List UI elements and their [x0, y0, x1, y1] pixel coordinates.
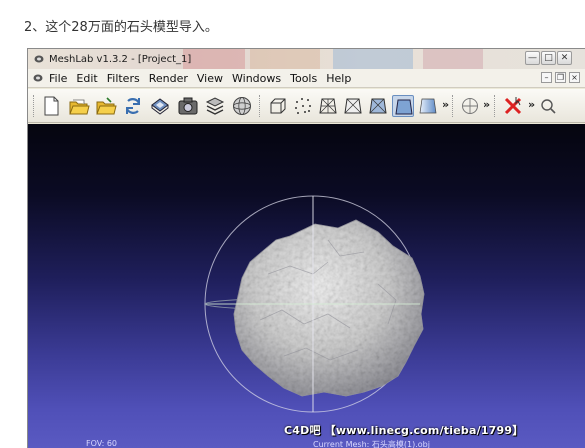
reload-icon [126, 98, 140, 114]
new-project-button[interactable] [40, 95, 62, 117]
toolbar-overflow-button[interactable]: » [483, 98, 490, 111]
background-blur [423, 49, 483, 69]
open-folder-icon [96, 97, 117, 115]
globe-icon [462, 98, 478, 114]
document-minimize-button[interactable]: – [541, 72, 552, 83]
watermark-text: C4D吧 【www.linecg.com/tieba/1799】 [284, 424, 524, 437]
menu-file[interactable]: File [49, 72, 67, 85]
cross-delete-icon [504, 97, 522, 115]
trackball-button[interactable] [231, 95, 253, 117]
snapshot-button[interactable] [177, 95, 199, 117]
open-project-folder-icon [69, 99, 90, 115]
bounding-box-icon [270, 98, 286, 114]
menu-view[interactable]: View [197, 72, 223, 85]
sphere-icon [233, 97, 251, 115]
render-bbox-button[interactable] [267, 95, 289, 117]
toolbar-grip[interactable] [259, 95, 262, 117]
toolbar-grip[interactable] [33, 95, 36, 117]
background-blur [250, 49, 320, 69]
title-bar[interactable]: MeshLab v1.3.2 - [Project_1] — □ ✕ [28, 49, 585, 69]
layers-button[interactable] [204, 95, 226, 117]
current-mesh-label: Current Mesh: 石头高模(1).obj [313, 440, 430, 448]
flat-shading-icon [369, 98, 387, 114]
viewport-status: FOV: 60 Current Mesh: 石头高模(1).obj [28, 439, 585, 448]
page-caption: 2、这个28万面的石头模型导入。 [24, 20, 218, 35]
menu-help[interactable]: Help [326, 72, 351, 85]
background-blur [183, 49, 245, 69]
save-disk-icon [151, 98, 169, 115]
document-icon[interactable] [33, 73, 43, 83]
close-button[interactable]: ✕ [557, 51, 572, 65]
camera-icon [178, 97, 198, 115]
window-controls: — □ ✕ [525, 51, 572, 65]
layers-icon [205, 97, 225, 115]
menu-tools[interactable]: Tools [290, 72, 317, 85]
menu-windows[interactable]: Windows [232, 72, 281, 85]
reload-button[interactable] [122, 95, 144, 117]
new-file-icon [44, 96, 59, 116]
3d-viewport[interactable]: C4D吧 【www.linecg.com/tieba/1799】 FOV: 60… [28, 124, 585, 448]
menu-filters[interactable]: Filters [107, 72, 140, 85]
hidden-lines-icon [344, 98, 362, 114]
document-close-button[interactable]: × [569, 72, 580, 83]
minimize-button[interactable]: — [525, 51, 540, 65]
save-button[interactable] [149, 95, 171, 117]
import-mesh-button[interactable] [95, 95, 117, 117]
window-title: MeshLab v1.3.2 - [Project_1] [49, 53, 192, 65]
search-icon [541, 99, 556, 114]
lighting-button[interactable] [459, 95, 481, 117]
render-flat-lines-button[interactable] [392, 95, 414, 117]
meshlab-window: MeshLab v1.3.2 - [Project_1] — □ ✕ File … [27, 48, 585, 448]
open-project-button[interactable] [68, 95, 90, 117]
toolbar-grip[interactable] [452, 95, 455, 117]
toolbar-grip[interactable] [494, 95, 497, 117]
select-faces-button[interactable] [502, 95, 524, 117]
maximize-button[interactable]: □ [541, 51, 556, 65]
menu-render[interactable]: Render [149, 72, 188, 85]
meshlab-logo-icon [34, 55, 44, 63]
wireframe-icon [319, 98, 337, 114]
smooth-shading-icon [419, 98, 437, 114]
stone-mesh[interactable] [233, 219, 425, 397]
flat-lines-icon [395, 99, 413, 115]
render-hidden-lines-button[interactable] [342, 95, 364, 117]
toolbar-overflow-button[interactable]: » [528, 98, 535, 111]
background-blur [333, 49, 413, 69]
toolbar-overflow-button[interactable]: » [442, 98, 449, 111]
points-icon [295, 98, 311, 114]
document-window-controls: – ❐ × [541, 72, 580, 83]
render-smooth-button[interactable] [417, 95, 439, 117]
menu-bar: File Edit Filters Render View Windows To… [28, 69, 585, 88]
document-restore-button[interactable]: ❐ [555, 72, 566, 83]
scene-canvas[interactable] [28, 124, 585, 448]
render-flat-button[interactable] [367, 95, 389, 117]
render-wireframe-button[interactable] [317, 95, 339, 117]
search-button[interactable] [538, 95, 560, 117]
menu-edit[interactable]: Edit [76, 72, 97, 85]
fov-label: FOV: 60 [86, 439, 117, 448]
main-toolbar: » » » [28, 89, 585, 123]
render-points-button[interactable] [292, 95, 314, 117]
